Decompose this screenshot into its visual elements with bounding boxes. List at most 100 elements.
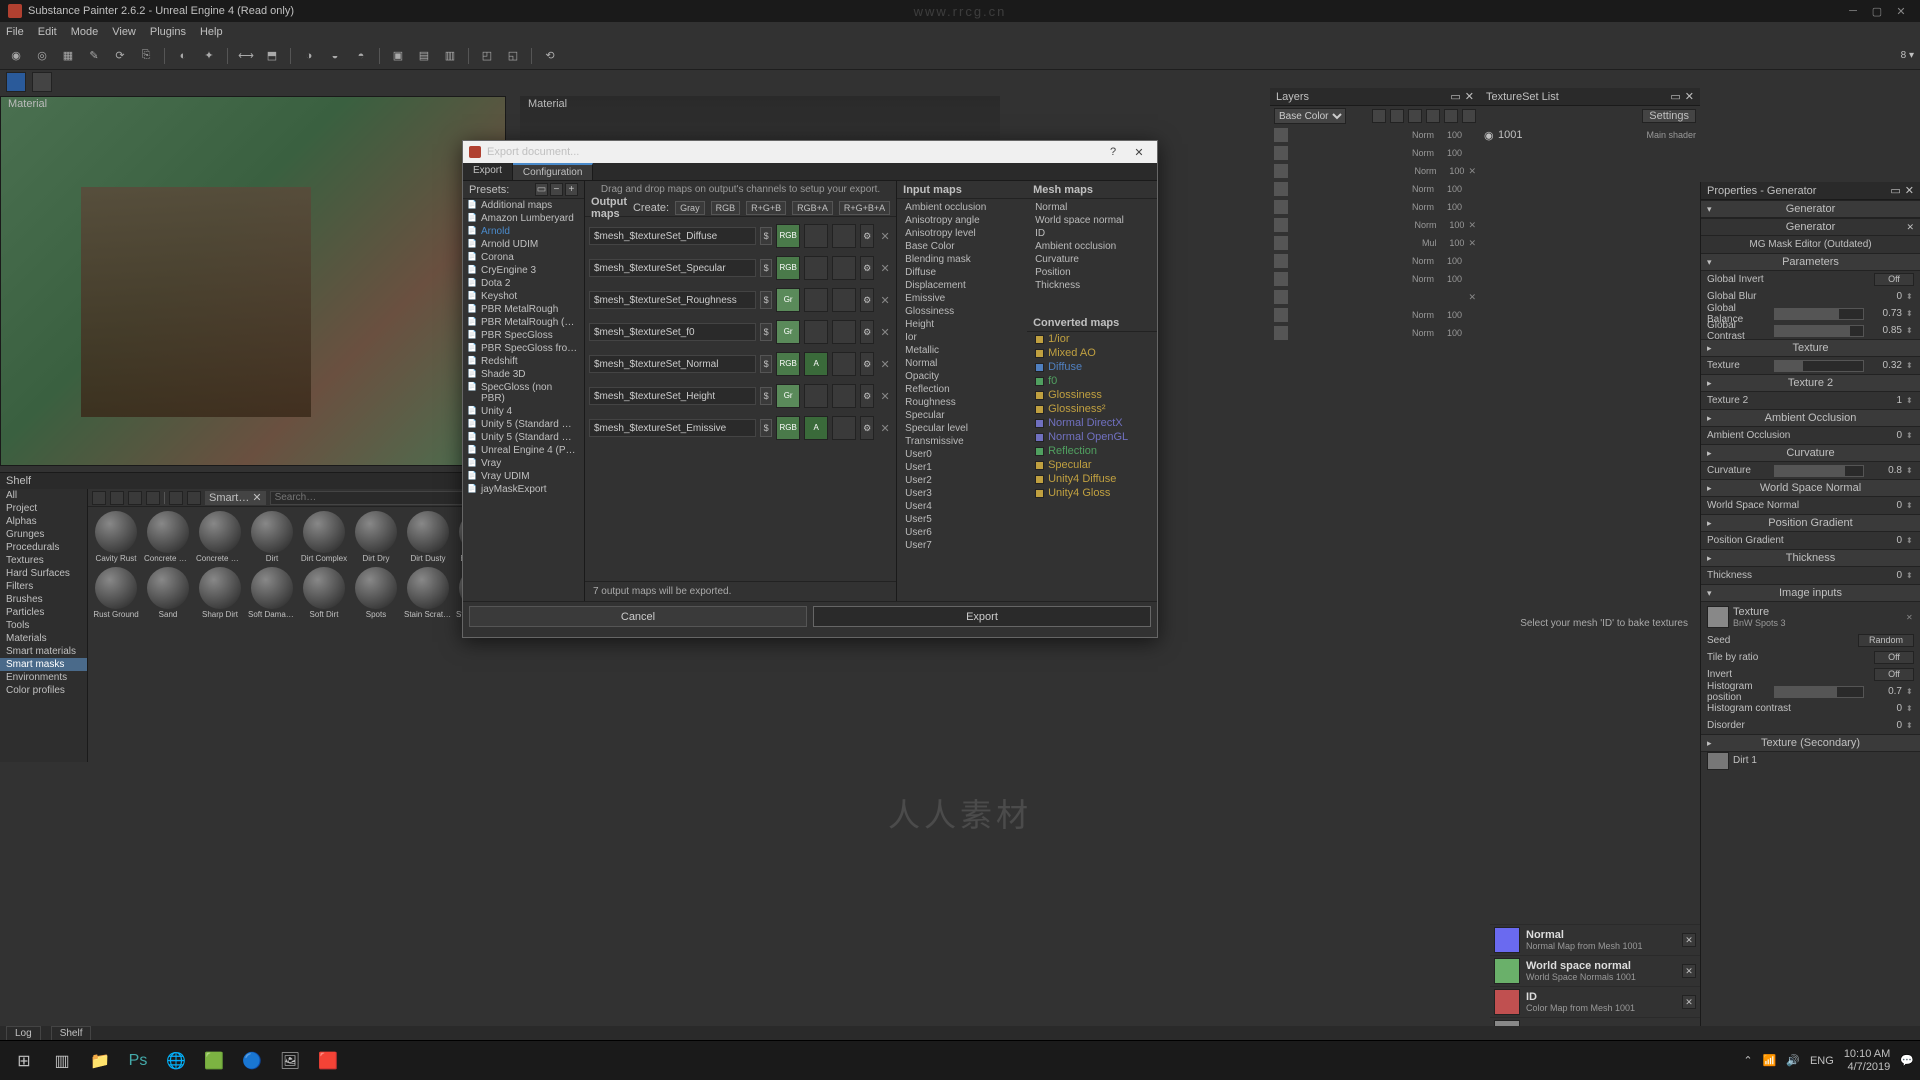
output-name-input[interactable]: [589, 387, 756, 405]
output-name-input[interactable]: [589, 323, 756, 341]
shelf-item[interactable]: Dirt Complex: [300, 511, 348, 563]
output-config-icon[interactable]: ⚙: [860, 320, 874, 344]
props-undock-icon[interactable]: ▭: [1890, 184, 1900, 197]
input-map-item[interactable]: Height: [897, 318, 1027, 331]
tool-polyfill-icon[interactable]: ✎: [84, 46, 104, 66]
photos-icon[interactable]: 🖼: [272, 1045, 308, 1077]
output-token-button[interactable]: $: [760, 419, 772, 437]
channel-empty[interactable]: [804, 224, 828, 248]
layer-delete-icon[interactable]: ✕: [1468, 292, 1476, 303]
texture-clear-icon[interactable]: ✕: [1906, 613, 1914, 622]
preset-item[interactable]: SpecGloss (non PBR): [463, 381, 584, 405]
shelf-item[interactable]: Concrete Ed…: [144, 511, 192, 563]
input-map-item[interactable]: Anisotropy level: [897, 227, 1027, 240]
converted-map-item[interactable]: Normal DirectX: [1027, 416, 1157, 430]
output-name-input[interactable]: [589, 355, 756, 373]
converted-map-item[interactable]: Glossiness²: [1027, 402, 1157, 416]
layer-row[interactable]: Norm100: [1270, 252, 1480, 270]
input-map-item[interactable]: User0: [897, 448, 1027, 461]
shelf-item[interactable]: Stain Scratc…: [404, 567, 452, 619]
channel-empty[interactable]: [832, 352, 856, 376]
layer-row[interactable]: Norm100: [1270, 180, 1480, 198]
layer-fx-icon[interactable]: [1462, 109, 1476, 123]
dialog-meshmap-item[interactable]: ID: [1027, 227, 1157, 240]
shelf-item[interactable]: Dirt Dusty: [404, 511, 452, 563]
shelf-category[interactable]: Hard Surfaces: [0, 567, 87, 580]
layer-addmask-icon[interactable]: [1408, 109, 1422, 123]
global-balance-slider[interactable]: [1774, 308, 1864, 320]
system-clock[interactable]: 10:10 AM4/7/2019: [1844, 1048, 1890, 1072]
tool-projection-icon[interactable]: ▦: [58, 46, 78, 66]
shelf-item[interactable]: Dirt: [248, 511, 296, 563]
gear-icon[interactable]: ✕: [1906, 222, 1914, 233]
input-map-item[interactable]: Specular level: [897, 422, 1027, 435]
preset-item[interactable]: Unity 5 (Standard …: [463, 431, 584, 444]
preset-item[interactable]: Shade 3D: [463, 368, 584, 381]
texture-slider[interactable]: [1774, 360, 1864, 372]
export-button[interactable]: Export: [813, 606, 1151, 627]
menu-plugins[interactable]: Plugins: [150, 26, 186, 38]
output-config-icon[interactable]: ⚙: [860, 224, 874, 248]
shelf-category[interactable]: Project: [0, 502, 87, 515]
global-contrast-slider[interactable]: [1774, 325, 1864, 337]
converted-map-item[interactable]: Reflection: [1027, 444, 1157, 458]
close-button[interactable]: ✕: [1890, 3, 1912, 19]
texture-thumb[interactable]: [1707, 606, 1729, 628]
tool-2d-icon[interactable]: ▤: [414, 46, 434, 66]
chevron-down-icon[interactable]: ▾: [1707, 204, 1712, 215]
meshmap-clear-icon[interactable]: ✕: [1682, 995, 1696, 1009]
preset-item[interactable]: Arnold UDIM: [463, 238, 584, 251]
shelf-item[interactable]: Rust Ground: [92, 567, 140, 619]
tool-3d-icon[interactable]: ▥: [440, 46, 460, 66]
shelf-category[interactable]: Smart materials: [0, 645, 87, 658]
meshmap-clear-icon[interactable]: ✕: [1682, 933, 1696, 947]
shelf-tab[interactable]: Shelf: [51, 1026, 92, 1041]
chip-close-icon[interactable]: ✕: [252, 491, 261, 504]
channel-empty[interactable]: [804, 384, 828, 408]
channel-empty[interactable]: [832, 384, 856, 408]
input-map-item[interactable]: User3: [897, 487, 1027, 500]
dialog-meshmap-item[interactable]: Position: [1027, 266, 1157, 279]
input-map-item[interactable]: Ior: [897, 331, 1027, 344]
texset-close-icon[interactable]: ✕: [1685, 90, 1694, 103]
texset-undock-icon[interactable]: ▭: [1670, 90, 1680, 103]
preset-item[interactable]: Redshift: [463, 355, 584, 368]
substance-taskbar-icon[interactable]: 🟥: [310, 1045, 346, 1077]
preset-item[interactable]: jayMaskExport: [463, 483, 584, 496]
layer-delete-icon[interactable]: [1444, 109, 1458, 123]
input-map-item[interactable]: Displacement: [897, 279, 1027, 292]
channel-rgb[interactable]: RGB: [776, 416, 800, 440]
output-name-input[interactable]: [589, 227, 756, 245]
layer-row[interactable]: Norm100✕: [1270, 162, 1480, 180]
channel-empty[interactable]: [804, 320, 828, 344]
input-map-item[interactable]: Blending mask: [897, 253, 1027, 266]
output-name-input[interactable]: [589, 291, 756, 309]
curvature-slider[interactable]: [1774, 465, 1864, 477]
layer-row[interactable]: Norm100: [1270, 306, 1480, 324]
output-token-button[interactable]: $: [760, 355, 772, 373]
input-map-item[interactable]: Emissive: [897, 292, 1027, 305]
layer-row[interactable]: Norm100: [1270, 270, 1480, 288]
shelf-view1-icon[interactable]: [92, 491, 106, 505]
shelf-item[interactable]: Spots: [352, 567, 400, 619]
shelf-item[interactable]: Soft Damages: [248, 567, 296, 619]
shelf-category[interactable]: Filters: [0, 580, 87, 593]
output-delete-icon[interactable]: ✕: [878, 384, 892, 408]
layer-row[interactable]: ✕: [1270, 288, 1480, 306]
layer-row[interactable]: Norm100: [1270, 126, 1480, 144]
converted-map-item[interactable]: Unity4 Gloss: [1027, 486, 1157, 500]
output-config-icon[interactable]: ⚙: [860, 352, 874, 376]
layer-add-icon[interactable]: [1372, 109, 1386, 123]
input-map-item[interactable]: Diffuse: [897, 266, 1027, 279]
histpos-slider[interactable]: [1774, 686, 1864, 698]
generator-name[interactable]: MG Mask Editor (Outdated): [1707, 239, 1914, 250]
meshmap-row[interactable]: NormalNormal Map from Mesh 1001✕: [1490, 924, 1700, 955]
output-token-button[interactable]: $: [760, 259, 772, 277]
output-name-input[interactable]: [589, 419, 756, 437]
channel-gray[interactable]: Gr: [776, 384, 800, 408]
shelf-category[interactable]: Alphas: [0, 515, 87, 528]
create-rgb3-button[interactable]: R+G+B: [746, 201, 786, 215]
tile-toggle[interactable]: Off: [1874, 651, 1914, 664]
tool-ortho-icon[interactable]: ◱: [503, 46, 523, 66]
shelf-category[interactable]: Smart masks: [0, 658, 87, 671]
